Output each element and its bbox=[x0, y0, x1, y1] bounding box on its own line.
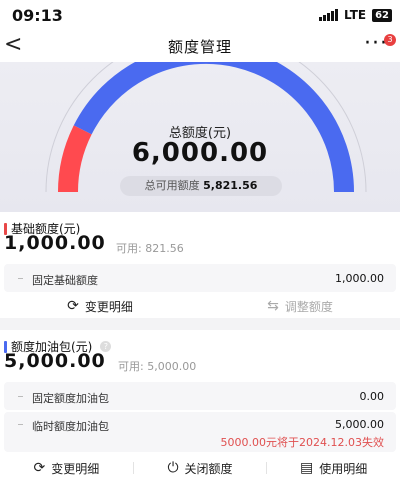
expiry-warning: 5000.00元将于2024.12.03失效 bbox=[220, 436, 384, 449]
booster-change-details-button[interactable]: ⟳ 变更明细 bbox=[0, 458, 133, 478]
page-title: 额度管理 bbox=[167, 38, 232, 56]
booster-temp-row: 临时额度加油包 5,000.00 5000.00元将于2024.12.03失效 bbox=[4, 412, 396, 452]
base-limit-card: 基础额度(元) 1,000.00 可用: 821.56 固定基础额度 1,000… bbox=[0, 212, 400, 318]
status-time: 09:13 bbox=[12, 6, 63, 25]
base-change-details-button[interactable]: ⟳ 变更明细 bbox=[0, 296, 200, 316]
base-actions: ⟳ 变更明细 ⇆ 调整额度 bbox=[0, 296, 400, 316]
notification-badge: 3 bbox=[384, 34, 396, 46]
usage-details-button[interactable]: ▤ 使用明细 bbox=[267, 458, 400, 478]
signal-icon bbox=[319, 9, 339, 21]
base-fixed-row: 固定基础额度 1,000.00 bbox=[4, 264, 396, 292]
booster-limit-card: 额度加油包(元) ? 5,000.00 可用: 5,000.00 固定额度加油包… bbox=[0, 330, 400, 488]
base-change-details-label: 变更明细 bbox=[84, 299, 133, 314]
booster-fixed-value: 0.00 bbox=[359, 390, 385, 403]
close-limit-button[interactable]: ⏻ 关闭额度 bbox=[134, 458, 267, 478]
adjust-limit-button[interactable]: ⇆ 调整额度 bbox=[200, 296, 400, 316]
available-limit-pill: 总可用额度 5,821.56 bbox=[120, 176, 282, 196]
refresh-icon: ⟳ bbox=[67, 298, 79, 314]
booster-temp-value: 5,000.00 bbox=[335, 418, 384, 431]
network-label: LTE bbox=[344, 8, 367, 22]
battery-icon: 62 bbox=[372, 8, 392, 22]
available-limit-value: 5,821.56 bbox=[203, 179, 258, 192]
adjust-sliders-icon: ⇆ bbox=[267, 298, 279, 314]
booster-available: 可用: 5,000.00 bbox=[118, 360, 197, 373]
base-limit-amount: 1,000.00 bbox=[4, 232, 106, 254]
refresh-icon: ⟳ bbox=[33, 460, 46, 476]
booster-fixed-row: 固定额度加油包 0.00 bbox=[4, 382, 396, 410]
usage-details-label: 使用明细 bbox=[319, 461, 368, 476]
base-fixed-value: 1,000.00 bbox=[335, 272, 384, 285]
total-limit-value: 6,000.00 bbox=[131, 138, 269, 168]
booster-temp-label: 临时额度加油包 bbox=[32, 420, 109, 433]
row-bullet bbox=[18, 424, 23, 425]
close-limit-label: 关闭额度 bbox=[184, 461, 233, 476]
adjust-limit-label: 调整额度 bbox=[284, 299, 333, 314]
row-bullet bbox=[18, 278, 23, 279]
available-limit-label: 总可用额度 bbox=[144, 179, 200, 192]
status-indicators: LTE 62 bbox=[319, 8, 392, 22]
power-icon: ⏻ bbox=[167, 460, 179, 476]
booster-fixed-label: 固定额度加油包 bbox=[32, 392, 109, 405]
booster-change-details-label: 变更明细 bbox=[51, 461, 100, 476]
status-bar: 09:13 LTE 62 bbox=[0, 0, 400, 30]
base-available: 可用: 821.56 bbox=[116, 242, 184, 255]
booster-amount: 5,000.00 bbox=[4, 350, 106, 372]
row-bullet bbox=[18, 396, 23, 397]
document-icon: ▤ bbox=[300, 460, 314, 476]
booster-actions: ⟳ 变更明细 ⏻ 关闭额度 ▤ 使用明细 bbox=[0, 458, 400, 478]
nav-bar: < 额度管理 ··· 3 bbox=[0, 30, 400, 62]
base-fixed-label: 固定基础额度 bbox=[32, 274, 98, 287]
